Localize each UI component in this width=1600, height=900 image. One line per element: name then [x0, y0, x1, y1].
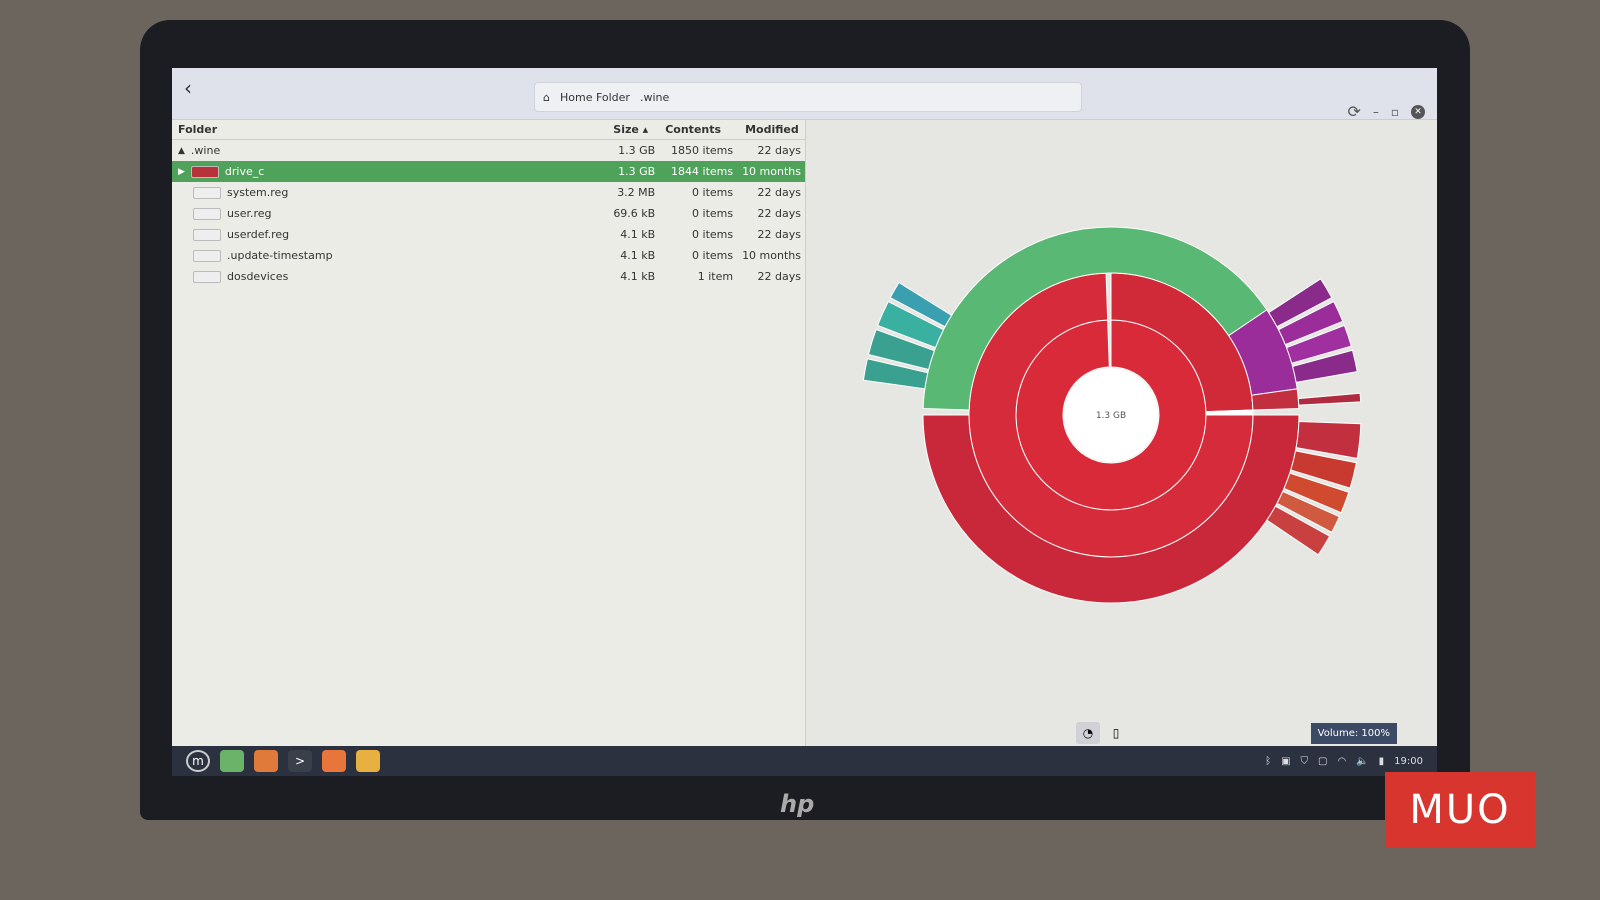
row-name: user.reg	[172, 207, 607, 220]
volume-tooltip: Volume: 100%	[1311, 723, 1397, 744]
taskbar: m > ᛒ ▣ ⛉ ▢ ◠ 🔈 ▮ 19:00	[172, 746, 1437, 776]
row-size: 4.1 kB	[607, 249, 659, 262]
col-contents[interactable]: Contents	[659, 123, 739, 136]
row-modified: 10 months	[739, 165, 805, 178]
volume-icon[interactable]: 🔈	[1356, 756, 1368, 767]
folder-list: Folder Size ▴ Contents Modified ▲ .wine 1…	[172, 120, 806, 746]
color-swatch	[193, 271, 221, 283]
clipboard-icon[interactable]: ▣	[1281, 756, 1290, 767]
maximize-button[interactable]: ▫	[1391, 105, 1399, 119]
row-name: ▶ drive_c	[172, 165, 607, 178]
table-header: Folder Size ▴ Contents Modified	[172, 120, 805, 140]
system-tray: ᛒ ▣ ⛉ ▢ ◠ 🔈 ▮ 19:00	[1265, 756, 1437, 767]
row-name: ▲ .wine	[172, 144, 607, 157]
table-row[interactable]: ▲ .wine 1.3 GB 1850 items 22 days	[172, 140, 805, 161]
color-swatch	[193, 187, 221, 199]
table-row[interactable]: user.reg 69.6 kB 0 items 22 days	[172, 203, 805, 224]
reload-button[interactable]: ⟳	[1347, 102, 1360, 121]
sunburst-chart[interactable]: 1.3 GB	[806, 120, 1437, 720]
breadcrumb-home[interactable]: Home Folder	[560, 91, 630, 104]
hp-logo: hp	[780, 790, 814, 818]
muo-watermark: MUO	[1385, 772, 1535, 847]
row-contents: 0 items	[659, 207, 739, 220]
row-name-label: .update-timestamp	[227, 249, 333, 262]
sunburst-chart-area: 1.3 GB ◔ ▯ Volume: 100%	[806, 120, 1437, 746]
row-name-label: userdef.reg	[227, 228, 289, 241]
home-icon: ⌂	[543, 91, 550, 104]
mint-menu-icon[interactable]: m	[186, 750, 210, 772]
terminal-icon[interactable]: >	[288, 750, 312, 772]
clock[interactable]: 19:00	[1394, 756, 1423, 767]
treemap-chart-view-button[interactable]: ▯	[1104, 722, 1128, 744]
color-swatch	[193, 208, 221, 220]
table-row[interactable]: userdef.reg 4.1 kB 0 items 22 days	[172, 224, 805, 245]
expand-icon[interactable]: ▶	[178, 167, 185, 177]
brave-icon[interactable]	[322, 750, 346, 772]
row-name: dosdevices	[172, 270, 607, 283]
row-size: 69.6 kB	[607, 207, 659, 220]
close-button[interactable]: ✕	[1411, 105, 1425, 119]
table-row[interactable]: system.reg 3.2 MB 0 items 22 days	[172, 182, 805, 203]
shield-icon[interactable]: ⛉	[1301, 756, 1309, 767]
row-modified: 22 days	[739, 228, 805, 241]
header-bar: ‹ ⌂ Home Folder .wine ⟳ – ▫ ✕	[172, 68, 1437, 120]
files-icon[interactable]	[220, 750, 244, 772]
color-swatch	[191, 166, 219, 178]
table-row[interactable]: ▶ drive_c 1.3 GB 1844 items 10 months	[172, 161, 805, 182]
col-modified[interactable]: Modified	[739, 123, 805, 136]
row-size: 4.1 kB	[607, 270, 659, 283]
firefox-icon[interactable]	[254, 750, 278, 772]
row-name-label: dosdevices	[227, 270, 288, 283]
row-contents: 0 items	[659, 249, 739, 262]
col-size[interactable]: Size ▴	[607, 123, 659, 136]
bluetooth-icon[interactable]: ᛒ	[1265, 756, 1271, 767]
table-row[interactable]: dosdevices 4.1 kB 1 item 22 days	[172, 266, 805, 287]
sunburst-segment[interactable]	[1298, 393, 1360, 405]
breadcrumb: ⌂ Home Folder .wine	[534, 82, 1082, 112]
breadcrumb-wine[interactable]: .wine	[640, 91, 669, 104]
color-swatch	[193, 229, 221, 241]
row-name: .update-timestamp	[172, 249, 607, 262]
back-button[interactable]: ‹	[184, 76, 192, 100]
row-contents: 1844 items	[659, 165, 739, 178]
center-label: 1.3 GB	[1096, 411, 1126, 421]
row-size: 1.3 GB	[607, 165, 659, 178]
battery-icon[interactable]: ▮	[1379, 756, 1385, 767]
row-size: 1.3 GB	[607, 144, 659, 157]
row-name-label: drive_c	[225, 165, 264, 178]
table-row[interactable]: .update-timestamp 4.1 kB 0 items 10 mont…	[172, 245, 805, 266]
update-icon[interactable]: ▢	[1318, 756, 1327, 767]
row-name: userdef.reg	[172, 228, 607, 241]
row-contents: 1 item	[659, 270, 739, 283]
row-size: 4.1 kB	[607, 228, 659, 241]
col-size-label: Size	[613, 123, 639, 136]
rings-chart-view-button[interactable]: ◔	[1076, 722, 1100, 744]
row-contents: 0 items	[659, 228, 739, 241]
row-contents: 0 items	[659, 186, 739, 199]
row-name: system.reg	[172, 186, 607, 199]
color-swatch	[193, 250, 221, 262]
collapse-icon[interactable]: ▲	[178, 146, 185, 156]
disk-usage-analyzer-icon[interactable]	[356, 750, 380, 772]
row-size: 3.2 MB	[607, 186, 659, 199]
row-name-label: .wine	[191, 144, 220, 157]
row-modified: 22 days	[739, 144, 805, 157]
wifi-icon[interactable]: ◠	[1337, 756, 1346, 767]
row-modified: 22 days	[739, 270, 805, 283]
minimize-button[interactable]: –	[1373, 105, 1379, 119]
row-modified: 22 days	[739, 207, 805, 220]
row-name-label: system.reg	[227, 186, 288, 199]
row-contents: 1850 items	[659, 144, 739, 157]
col-folder[interactable]: Folder	[172, 123, 607, 136]
row-modified: 10 months	[739, 249, 805, 262]
row-modified: 22 days	[739, 186, 805, 199]
row-name-label: user.reg	[227, 207, 272, 220]
disk-usage-analyzer-window: ‹ ⌂ Home Folder .wine ⟳ – ▫ ✕ Folder Siz…	[172, 68, 1437, 776]
